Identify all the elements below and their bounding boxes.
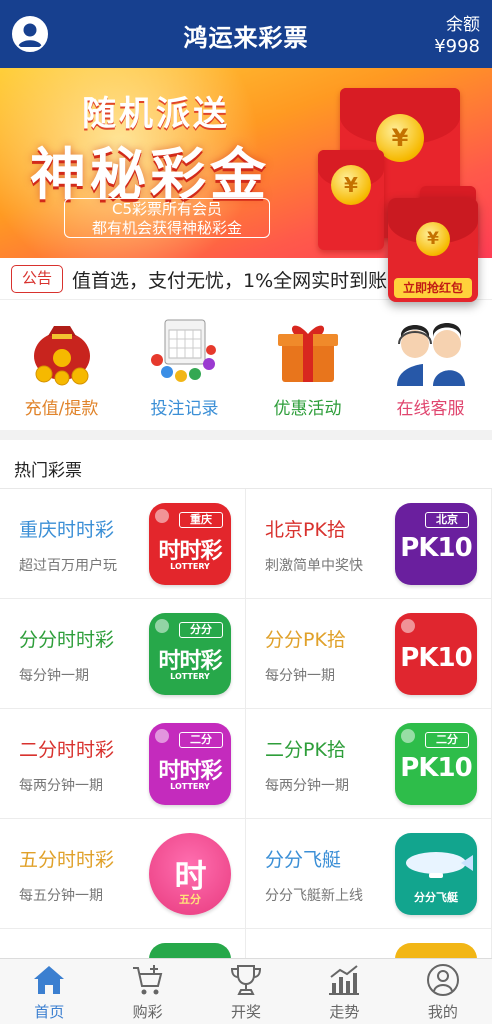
lottery-logo-icon: 分分 时时彩 LOTTERY [149,613,231,695]
lottery-name: 北京PK拾 [265,519,346,541]
notice-badge: 公告 [11,265,63,293]
lottery-logo-icon: 时 五分 [149,833,231,915]
lottery-card[interactable]: 重庆时时彩 超过百万用户玩 重庆 时时彩 LOTTERY [0,489,246,599]
quick-label-customer-service: 在线客服 [396,399,465,419]
notice-text: 值首选，支付无忧，1%全网实时到账 原票 [72,270,432,292]
lottery-card[interactable]: 分分PK拾 每分钟一期 PK10 [246,599,492,709]
nav-label-buy: 购彩 [132,1003,163,1021]
nav-mine[interactable]: 我的 [394,959,492,1024]
lottery-desc: 超过百万用户玩 [19,558,117,574]
nav-draw[interactable]: 开奖 [197,959,295,1024]
lottery-logo-icon: PK10 [395,613,477,695]
nav-trend[interactable]: 走势 [295,959,393,1024]
page-title: 鸿运来彩票 [183,24,309,52]
hot-lottery-section: 热门彩票 重庆时时彩 超过百万用户玩 重庆 时时彩 LOTTERY 北京PK拾 … [0,440,492,959]
lottery-name: 二分PK拾 [265,739,346,761]
lottery-name: 分分飞艇 [265,849,342,871]
lottery-logo-icon [395,943,477,959]
nav-label-home: 首页 [34,1003,65,1021]
lottery-name: 分分时时彩 [19,629,115,651]
nav-label-draw: 开奖 [231,1003,262,1021]
lottery-desc: 每五分钟一期 [19,888,103,904]
coin-icon: ¥ [416,222,450,256]
customer-service-icon [396,323,465,386]
banner-caption-line1: C5彩票所有会员 [111,200,223,218]
lottery-desc: 每分钟一期 [19,668,89,684]
banner-caption-line2: 都有机会获得神秘彩金 [91,219,242,237]
quick-item-bet-records[interactable]: 投注记录 [123,300,246,430]
user-icon [426,964,459,996]
airship-icon [406,852,473,878]
nav-buy[interactable]: 购彩 [98,959,196,1024]
lottery-desc: 分分飞艇新上线 [265,888,363,904]
lottery-logo-icon: 二分 时时彩 LOTTERY [149,723,231,805]
banner-caption-box: C5彩票所有会员 都有机会获得神秘彩金 [64,198,270,238]
bottom-nav: 首页 购彩 开奖 走势 我的 [0,958,492,1024]
lottery-name: 五分时时彩 [19,849,115,871]
coin-icon: ¥ [331,165,371,205]
balance-display: 余额 ¥998 [434,14,480,58]
lottery-card[interactable]: 北京PK拾 刺激简单中奖快 北京 PK10 [246,489,492,599]
lottery-card[interactable]: 五分时时彩 每五分钟一期 时 五分 [0,819,246,929]
balance-value: ¥998 [434,36,480,57]
lottery-logo-icon [149,943,231,959]
money-bag-icon [33,326,90,386]
bingo-icon [150,319,216,382]
lottery-name: 重庆时时彩 [19,519,115,541]
lottery-desc: 每两分钟一期 [265,778,349,794]
nav-home[interactable]: 首页 [0,959,98,1024]
quick-item-customer-service[interactable]: 在线客服 [369,300,492,430]
quick-label-bet-records: 投注记录 [150,399,219,419]
gift-icon [277,325,338,382]
nav-label-mine: 我的 [427,1003,458,1021]
lottery-name: 分分PK拾 [265,629,346,651]
app-header: 鸿运来彩票 余额 ¥998 [0,0,492,68]
lottery-logo-icon: 重庆 时时彩 LOTTERY [149,503,231,585]
section-title: 热门彩票 [14,461,82,481]
balance-label: 余额 [446,15,480,35]
red-envelope-mid: ¥ [318,150,384,250]
quick-menu: 充值/提款 投注记录 优惠活动 在线客服 [0,300,492,430]
lottery-logo-icon: 分分飞艇 [395,833,477,915]
quick-label-promotions: 优惠活动 [273,399,342,419]
lottery-desc: 每分钟一期 [265,668,335,684]
lottery-card[interactable]: 分分飞艇 分分飞艇新上线 分分飞艇 [246,819,492,929]
lottery-logo-icon: 北京 PK10 [395,503,477,585]
quick-item-deposit[interactable]: 充值/提款 [0,300,123,430]
red-packet-button[interactable]: ¥ 立即抢红包 [388,198,478,302]
lottery-logo-icon: 二分 PK10 [395,723,477,805]
trend-chart-icon [329,965,360,995]
home-icon [34,966,65,994]
nav-label-trend: 走势 [329,1003,360,1021]
lottery-card-partial[interactable] [0,929,246,959]
quick-label-deposit: 充值/提款 [24,399,99,419]
lottery-name: 二分时时彩 [19,739,115,761]
cart-icon [132,965,162,995]
quick-item-promotions[interactable]: 优惠活动 [246,300,369,430]
lottery-desc: 刺激简单中奖快 [265,558,363,574]
lottery-card[interactable]: 二分时时彩 每两分钟一期 二分 时时彩 LOTTERY [0,709,246,819]
grab-red-packet-label: 立即抢红包 [394,278,472,298]
lottery-desc: 每两分钟一期 [19,778,103,794]
banner-line1: 随机派送 [82,94,230,134]
lottery-card-partial[interactable] [246,929,492,959]
trophy-icon [231,965,262,995]
lottery-card[interactable]: 二分PK拾 每两分钟一期 二分 PK10 [246,709,492,819]
lottery-card[interactable]: 分分时时彩 每分钟一期 分分 时时彩 LOTTERY [0,599,246,709]
